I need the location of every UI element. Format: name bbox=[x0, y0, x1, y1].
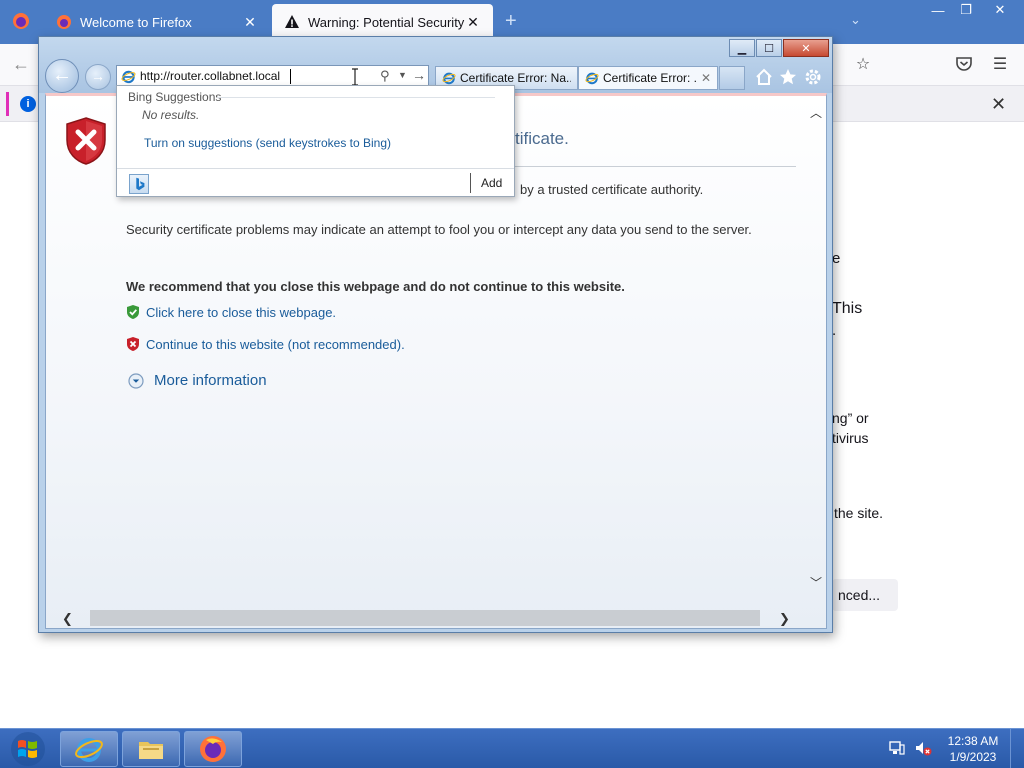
close-icon[interactable]: ✕ bbox=[991, 94, 1006, 115]
tab-title: Warning: Potential Security Risk bbox=[308, 14, 465, 30]
notification-accent bbox=[6, 92, 9, 116]
taskbar-firefox[interactable] bbox=[184, 731, 242, 767]
firefox-icon bbox=[200, 736, 226, 762]
bing-suggestions-dropdown: Bing Suggestions No results. Turn on sug… bbox=[116, 85, 515, 197]
vertical-scrollbar[interactable]: ︿ ﹀ bbox=[808, 96, 826, 596]
header-divider bbox=[217, 97, 495, 98]
bing-icon[interactable] bbox=[129, 174, 149, 194]
tab-title: Welcome to Firefox bbox=[80, 14, 192, 30]
ie-tab-cert-error-2[interactable]: Certificate Error: ... ✕ bbox=[578, 66, 718, 90]
cert-authority-text: by a trusted certificate authority. bbox=[520, 182, 704, 197]
page-text-fragment: This bbox=[832, 300, 863, 317]
firefox-tab-welcome[interactable]: Welcome to Firefox ✕ bbox=[44, 4, 270, 40]
page-text-fragment: tivirus bbox=[832, 430, 869, 446]
turn-on-suggestions-link[interactable]: Turn on suggestions (send keystrokes to … bbox=[144, 136, 391, 150]
firefox-icon bbox=[57, 15, 71, 29]
address-input[interactable]: http://router.collabnet.local bbox=[140, 69, 280, 83]
gear-icon[interactable] bbox=[803, 67, 823, 87]
continue-website-link[interactable]: Continue to this website (not recommende… bbox=[126, 336, 405, 352]
volume-muted-icon[interactable] bbox=[914, 739, 932, 757]
more-information-label[interactable]: More information bbox=[154, 372, 267, 389]
taskbar: 12:38 AM 1/9/2023 bbox=[0, 728, 1024, 768]
clock-time: 12:38 AM bbox=[947, 734, 999, 748]
folder-icon bbox=[139, 742, 163, 759]
advanced-button[interactable]: nced... bbox=[832, 579, 898, 611]
chevron-down-icon[interactable]: ﹀ bbox=[810, 574, 822, 591]
search-icon[interactable]: ⚲ bbox=[380, 68, 390, 84]
advanced-button-label: nced... bbox=[838, 587, 881, 603]
page-text-fragment: e bbox=[832, 250, 841, 267]
close-window-button[interactable]: ✕ bbox=[982, 0, 1018, 20]
chevron-down-icon[interactable]: ⌄ bbox=[850, 12, 861, 28]
maximize-button[interactable]: ☐ bbox=[756, 39, 782, 57]
page-text-fragment: the site. bbox=[834, 505, 884, 521]
pocket-icon[interactable] bbox=[954, 54, 974, 74]
ie-icon bbox=[75, 738, 103, 762]
new-tab-button[interactable]: + bbox=[505, 10, 517, 33]
back-button[interactable]: ← bbox=[45, 59, 79, 93]
continue-website-link-label[interactable]: Continue to this website (not recommende… bbox=[146, 337, 405, 352]
add-button[interactable]: Add bbox=[481, 176, 502, 190]
ie-icon bbox=[121, 70, 136, 84]
ie-icon bbox=[585, 72, 599, 85]
more-information-toggle[interactable]: More information bbox=[128, 372, 267, 389]
suggestions-header: Bing Suggestions bbox=[128, 90, 222, 104]
green-shield-icon bbox=[127, 305, 139, 319]
tab-title: Certificate Error: Na... bbox=[460, 71, 571, 85]
close-icon[interactable]: ✕ bbox=[465, 14, 481, 31]
scrollbar-thumb[interactable] bbox=[90, 610, 760, 626]
ie-icon bbox=[442, 72, 456, 85]
show-desktop-button[interactable] bbox=[1010, 729, 1024, 768]
close-icon[interactable]: ✕ bbox=[242, 14, 258, 31]
network-icon[interactable] bbox=[888, 739, 906, 757]
close-webpage-link[interactable]: Click here to close this webpage. bbox=[126, 304, 336, 320]
info-icon: i bbox=[20, 96, 36, 112]
new-tab-button[interactable] bbox=[719, 66, 745, 90]
no-results-text: No results. bbox=[142, 108, 200, 122]
text-caret bbox=[290, 69, 291, 84]
security-warning-text: Security certificate problems may indica… bbox=[126, 222, 752, 237]
footer-separator bbox=[470, 173, 471, 193]
red-shield-icon bbox=[127, 337, 139, 351]
forward-button[interactable]: → bbox=[85, 64, 111, 90]
horizontal-scrollbar[interactable]: ❮ ❯ bbox=[46, 608, 808, 628]
address-bar[interactable]: http://router.collabnet.local ⚲ ▼ → bbox=[116, 65, 429, 87]
error-shield-icon bbox=[66, 117, 106, 165]
go-arrow-icon[interactable]: → bbox=[412, 67, 426, 83]
clock-date: 1/9/2023 bbox=[949, 750, 997, 764]
restore-button[interactable]: ❐ bbox=[950, 0, 982, 20]
back-arrow-icon[interactable]: ← bbox=[12, 54, 30, 75]
close-window-button[interactable]: ✕ bbox=[783, 39, 829, 57]
recommendation-text: We recommend that you close this webpage… bbox=[126, 279, 625, 294]
expand-circle-icon bbox=[128, 372, 144, 389]
chevron-left-icon[interactable]: ❮ bbox=[62, 611, 73, 627]
dropdown-footer: Add bbox=[117, 168, 514, 196]
firefox-tab-warning[interactable]: Warning: Potential Security Risk ✕ bbox=[272, 4, 493, 40]
close-webpage-link-label[interactable]: Click here to close this webpage. bbox=[146, 305, 336, 320]
system-tray bbox=[888, 739, 932, 757]
taskbar-internet-explorer[interactable] bbox=[60, 731, 118, 767]
home-icon[interactable] bbox=[754, 67, 774, 87]
minimize-button[interactable]: ▁ bbox=[729, 39, 755, 57]
windows-start-icon[interactable] bbox=[4, 730, 52, 768]
ibeam-cursor-icon bbox=[352, 68, 358, 86]
star-icon[interactable]: ☆ bbox=[853, 54, 873, 74]
page-heading: tificate. bbox=[515, 129, 569, 148]
dropdown-arrow-icon[interactable]: ▼ bbox=[398, 70, 407, 80]
taskbar-clock[interactable]: 12:38 AM 1/9/2023 bbox=[944, 733, 1002, 765]
tab-title: Certificate Error: ... bbox=[603, 71, 698, 85]
taskbar-file-explorer[interactable] bbox=[122, 731, 180, 767]
warning-icon bbox=[285, 15, 299, 28]
chevron-up-icon[interactable]: ︿ bbox=[810, 104, 822, 121]
close-icon[interactable]: ✕ bbox=[701, 71, 711, 85]
chevron-right-icon[interactable]: ❯ bbox=[779, 611, 790, 627]
hamburger-menu-icon[interactable]: ☰ bbox=[990, 54, 1010, 74]
firefox-view-icon[interactable] bbox=[12, 12, 30, 30]
star-icon[interactable] bbox=[778, 67, 798, 87]
page-text-fragment: ng” or bbox=[832, 410, 869, 426]
